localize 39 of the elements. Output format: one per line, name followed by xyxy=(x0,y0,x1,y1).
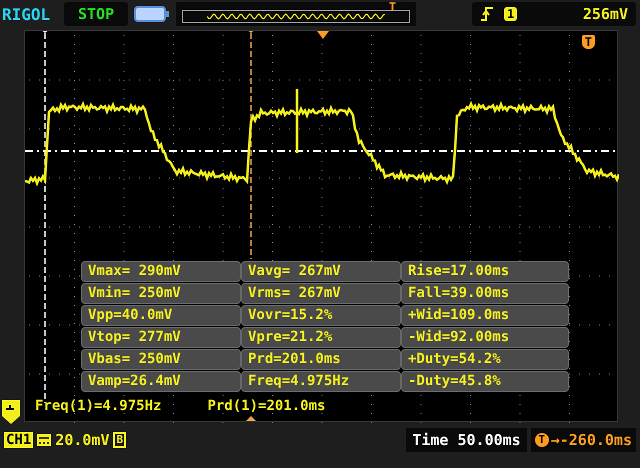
trigger-marker: T xyxy=(582,35,595,49)
brand-logo: RIGOL xyxy=(2,4,52,24)
measurement-value: Rise=17.00ms xyxy=(401,261,569,282)
channel-marker-icon xyxy=(2,400,20,424)
measurement-value: Vovr=15.2% xyxy=(241,305,401,326)
measurement-value: Vrms= 267mV xyxy=(241,283,401,304)
measurement-readout: Freq(1)=4.975Hz xyxy=(35,399,162,414)
measurement-value: Vmin= 250mV xyxy=(81,283,241,304)
measurement-value: Vmax= 290mV xyxy=(81,261,241,282)
vertical-scale: 20.0mV xyxy=(55,431,110,449)
timebase: Time 50.00ms xyxy=(406,428,527,452)
measurement-value: Vpp=40.0mV xyxy=(81,305,241,326)
trigger-source: 1 xyxy=(504,7,518,21)
trigger-offset: →-260.0ms xyxy=(550,431,632,449)
trigger-level: 256mV xyxy=(582,5,628,23)
trigger-position-icon xyxy=(317,31,329,39)
cursor-line[interactable] xyxy=(246,31,256,259)
channel-label[interactable]: CH1 xyxy=(4,432,34,448)
measurement-value: +Wid=109.0ms xyxy=(401,305,569,326)
measurement-value: -Wid=92.00ms xyxy=(401,327,569,348)
measurement-readout: Prd(1)=201.0ms xyxy=(207,399,326,414)
rising-edge-icon xyxy=(480,6,494,22)
measurement-value: Vamp=26.4mV xyxy=(81,371,241,392)
measurement-value: Prd=201.0ms xyxy=(241,349,401,370)
bandwidth-limit: B xyxy=(113,432,126,448)
signal-wave-icon xyxy=(182,10,410,23)
measurement-value: Vpre=21.2% xyxy=(241,327,401,348)
measurement-value: -Duty=45.8% xyxy=(401,371,569,392)
measurement-value: +Duty=54.2% xyxy=(401,349,569,370)
measurement-value: Vbas= 250mV xyxy=(81,349,241,370)
trigger-marker: T xyxy=(534,433,549,447)
measurement-value: Freq=4.975Hz xyxy=(241,371,401,392)
measurement-value: Vavg= 267mV xyxy=(241,261,401,282)
battery-icon xyxy=(134,5,170,23)
coupling-icon xyxy=(37,432,52,448)
cursor-marker-icon xyxy=(246,416,256,421)
run-state[interactable]: STOP xyxy=(64,2,128,26)
measurement-value: Vtop= 277mV xyxy=(81,327,241,348)
measurement-value: Fall=39.00ms xyxy=(401,283,569,304)
